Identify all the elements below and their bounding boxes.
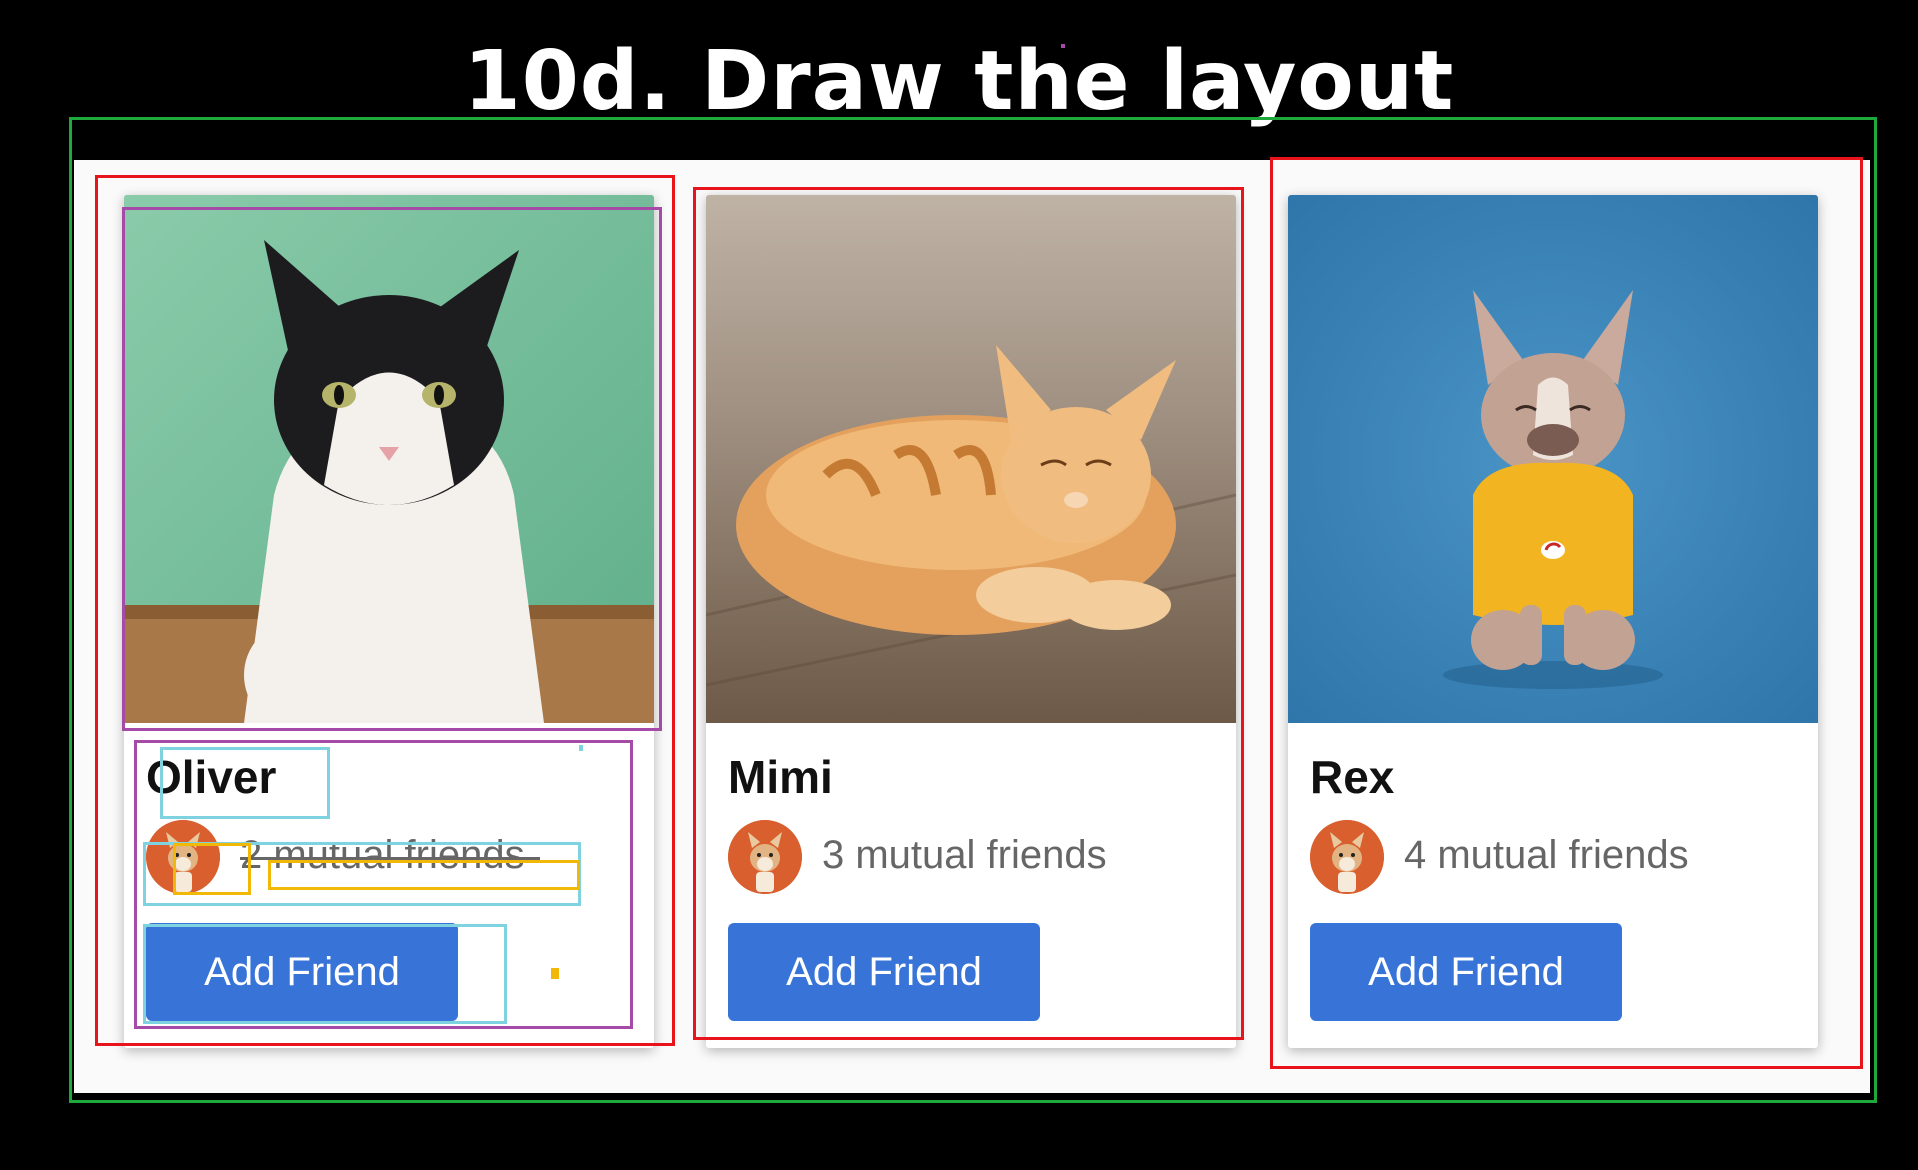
friend-name: Rex [1310,751,1395,803]
cat-photo [124,195,654,723]
friend-name: Mimi [728,751,833,803]
strikethrough-line [240,857,540,860]
corgi-avatar-icon [146,820,220,894]
add-friend-button[interactable]: Add Friend [1310,923,1622,1021]
add-friend-button[interactable]: Add Friend [728,923,1040,1021]
friend-card-oliver: Oliver 2 mutual friends Add Friend [124,195,654,1048]
slide-title: 10d. Draw the layout [463,34,1455,129]
mutual-friends-count: 2 mutual friends [240,833,525,877]
mutual-friends-count: 4 mutual friends [1404,833,1689,877]
corgi-avatar-icon [1310,820,1384,894]
cat-photo [706,195,1236,723]
friend-card-rex: Rex 4 mutual friends Add Friend [1288,195,1818,1048]
dog-photo [1288,195,1818,723]
mutual-friends-count: 3 mutual friends [822,833,1107,877]
friend-card-mimi: Mimi 3 mutual friends Add Friend [706,195,1236,1048]
corgi-avatar-icon [728,820,802,894]
browser-canvas: Oliver 2 mutual friends Add Friend Mimi … [74,160,1870,1093]
friend-name: Oliver [146,751,277,803]
add-friend-button[interactable]: Add Friend [146,923,458,1021]
